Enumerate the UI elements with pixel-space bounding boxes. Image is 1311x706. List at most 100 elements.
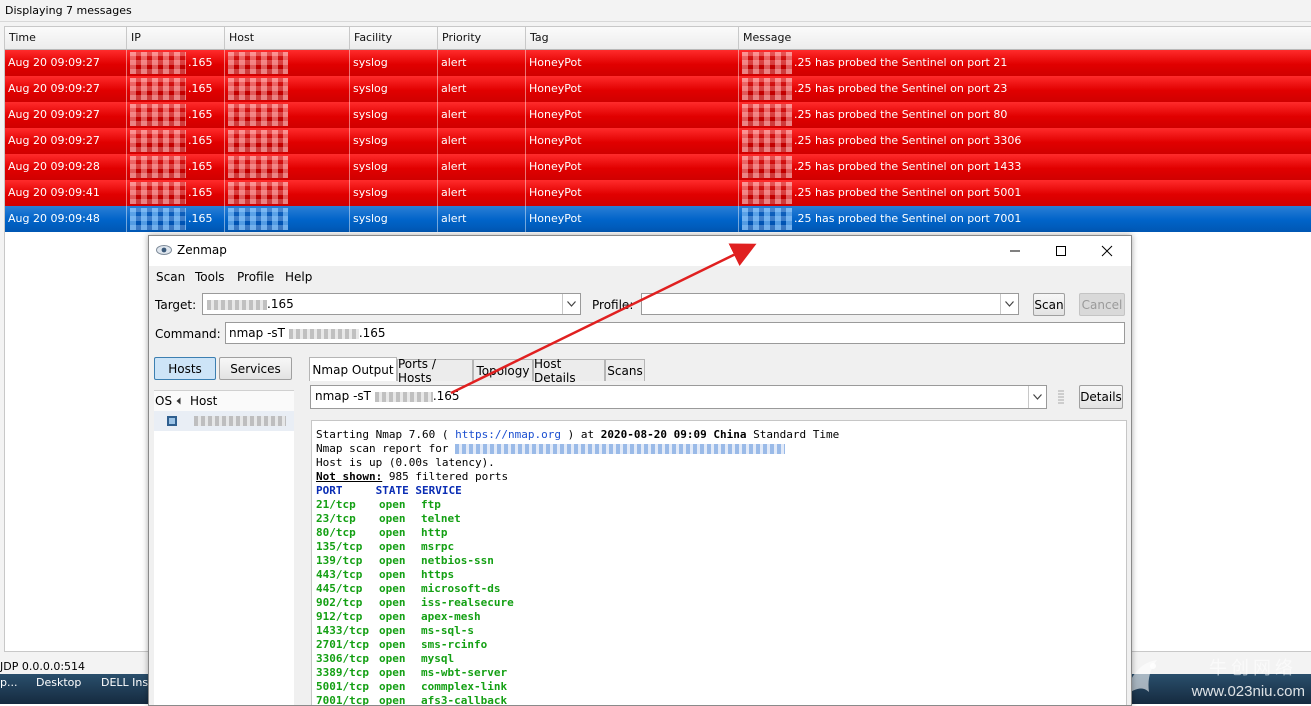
maximize-button[interactable] — [1038, 236, 1084, 266]
port-line: 139/tcp open netbios-ssn — [316, 554, 494, 568]
host-list[interactable]: OS Host — [154, 390, 294, 705]
message-text: .25 has probed the Sentinel on port 80 — [794, 108, 1008, 121]
redacted-source — [742, 182, 792, 204]
port-number: 139/tcp — [316, 554, 363, 567]
table-row[interactable]: Aug 20 09:09:27 .165 syslog alert HoneyPot .2… — [5, 128, 1311, 154]
redacted-source — [742, 52, 792, 74]
menu-help[interactable]: Help — [285, 270, 312, 284]
services-toggle-button[interactable]: Services — [219, 357, 292, 380]
column-header-host[interactable]: Host — [225, 27, 350, 49]
cell-host — [225, 102, 350, 128]
redacted-ip — [130, 52, 186, 74]
table-row[interactable]: Aug 20 09:09:27 .165 syslog alert HoneyPot .2… — [5, 76, 1311, 102]
menu-tools[interactable]: Tools — [195, 270, 225, 284]
port-number: 1433/tcp — [316, 624, 369, 637]
cell-facility: syslog — [350, 128, 438, 154]
redacted-hostname — [194, 416, 286, 426]
redacted-host — [228, 104, 288, 126]
close-button[interactable] — [1084, 236, 1130, 266]
port-line: 443/tcp open https — [316, 568, 454, 582]
port-line: 3306/tcp open mysql — [316, 652, 454, 666]
cell-ip: .165 — [127, 76, 225, 102]
redacted-source — [742, 208, 792, 230]
nmap-url-link[interactable]: https://nmap.org — [455, 428, 561, 441]
taskbar-item[interactable]: p... — [0, 676, 17, 689]
tab-topology[interactable]: Topology — [473, 359, 533, 381]
message-text: .25 has probed the Sentinel on port 5001 — [794, 186, 1022, 199]
hosts-toggle-button[interactable]: Hosts — [154, 357, 216, 380]
cell-ip: .165 — [127, 154, 225, 180]
cell-time: Aug 20 09:09:27 — [5, 76, 127, 102]
port-service: http — [421, 526, 448, 539]
ip-suffix: .165 — [188, 160, 213, 173]
menu-profile[interactable]: Profile — [237, 270, 274, 284]
redacted-ip — [130, 182, 186, 204]
port-number: 2701/tcp — [316, 638, 369, 651]
tab-host-details[interactable]: Host Details — [533, 357, 605, 385]
port-line: 80/tcp open http — [316, 526, 448, 540]
host-list-item[interactable] — [154, 411, 294, 431]
table-row[interactable]: Aug 20 09:09:48 .165 syslog alert HoneyPot .2… — [5, 206, 1311, 232]
nmap-output-text[interactable]: Starting Nmap 7.60 ( https://nmap.org ) … — [311, 420, 1127, 706]
target-combobox[interactable]: .165 — [202, 293, 581, 315]
port-service: microsoft-ds — [421, 582, 501, 595]
redacted-command-target — [288, 328, 359, 339]
port-number: 3389/tcp — [316, 666, 369, 679]
message-text: .25 has probed the Sentinel on port 7001 — [794, 212, 1022, 225]
zenmap-titlebar[interactable]: Zenmap — [149, 236, 1131, 266]
tab-ports-hosts[interactable]: Ports / Hosts — [397, 357, 473, 385]
tab-scans[interactable]: Scans — [605, 359, 645, 381]
listener-status: JDP 0.0.0.0:514 — [0, 660, 86, 673]
port-service: sms-rcinfo — [421, 638, 488, 651]
cell-time: Aug 20 09:09:41 — [5, 180, 127, 206]
chevron-down-icon[interactable] — [1028, 386, 1046, 408]
cell-tag: HoneyPot — [526, 154, 739, 180]
output-scan-selector[interactable]: nmap -sT .165 — [310, 385, 1047, 409]
tab-nmap-output[interactable]: Nmap Output — [309, 357, 397, 381]
scan-button[interactable]: Scan — [1033, 293, 1065, 316]
profile-combobox[interactable] — [641, 293, 1019, 315]
cell-tag: HoneyPot — [526, 50, 739, 76]
command-input[interactable]: nmap -sT .165 — [225, 322, 1125, 344]
cell-host — [225, 180, 350, 206]
ip-suffix: .165 — [188, 212, 213, 225]
cell-host — [225, 76, 350, 102]
menu-bar: Scan Tools Profile Help — [149, 266, 1131, 288]
minimize-button[interactable] — [992, 236, 1038, 266]
port-state: open — [379, 666, 406, 679]
chevron-down-icon[interactable] — [562, 294, 580, 314]
menu-scan[interactable]: Scan — [156, 270, 185, 284]
drag-handle-icon[interactable] — [1057, 389, 1065, 405]
redacted-host — [228, 78, 288, 100]
table-row[interactable]: Aug 20 09:09:27 .165 syslog alert HoneyPot .2… — [5, 102, 1311, 128]
redacted-ip — [130, 104, 186, 126]
column-header-time[interactable]: Time — [5, 27, 127, 49]
port-service: ms-wbt-server — [421, 666, 508, 679]
details-button[interactable]: Details — [1079, 385, 1123, 409]
taskbar-item-desktop[interactable]: Desktop — [36, 676, 81, 689]
port-number: 443/tcp — [316, 568, 363, 581]
column-header-tag[interactable]: Tag — [526, 27, 739, 49]
port-state: open — [379, 554, 406, 567]
redacted-ip — [130, 130, 186, 152]
column-header-facility[interactable]: Facility — [350, 27, 438, 49]
cell-priority: alert — [438, 180, 526, 206]
redacted-source — [742, 156, 792, 178]
host-column-os[interactable]: OS — [155, 394, 172, 408]
column-header-priority[interactable]: Priority — [438, 27, 526, 49]
cell-message: .25 has probed the Sentinel on port 23 — [739, 76, 1311, 102]
taskbar-item-dell[interactable]: DELL Inst — [101, 676, 152, 689]
table-row[interactable]: Aug 20 09:09:41 .165 syslog alert HoneyPot .2… — [5, 180, 1311, 206]
column-header-message[interactable]: Message — [739, 27, 1311, 49]
divider — [0, 21, 1311, 22]
column-header-ip[interactable]: IP — [127, 27, 225, 49]
cell-facility: syslog — [350, 206, 438, 232]
chevron-down-icon[interactable] — [1000, 294, 1018, 314]
table-row[interactable]: Aug 20 09:09:27 .165 syslog alert HoneyPot .2… — [5, 50, 1311, 76]
port-service: afs3-callback — [421, 694, 508, 706]
cell-ip: .165 — [127, 102, 225, 128]
host-column-host[interactable]: Host — [190, 394, 217, 408]
port-service: iss-realsecure — [421, 596, 514, 609]
table-row[interactable]: Aug 20 09:09:28 .165 syslog alert HoneyPot .2… — [5, 154, 1311, 180]
cancel-button[interactable]: Cancel — [1079, 293, 1125, 316]
